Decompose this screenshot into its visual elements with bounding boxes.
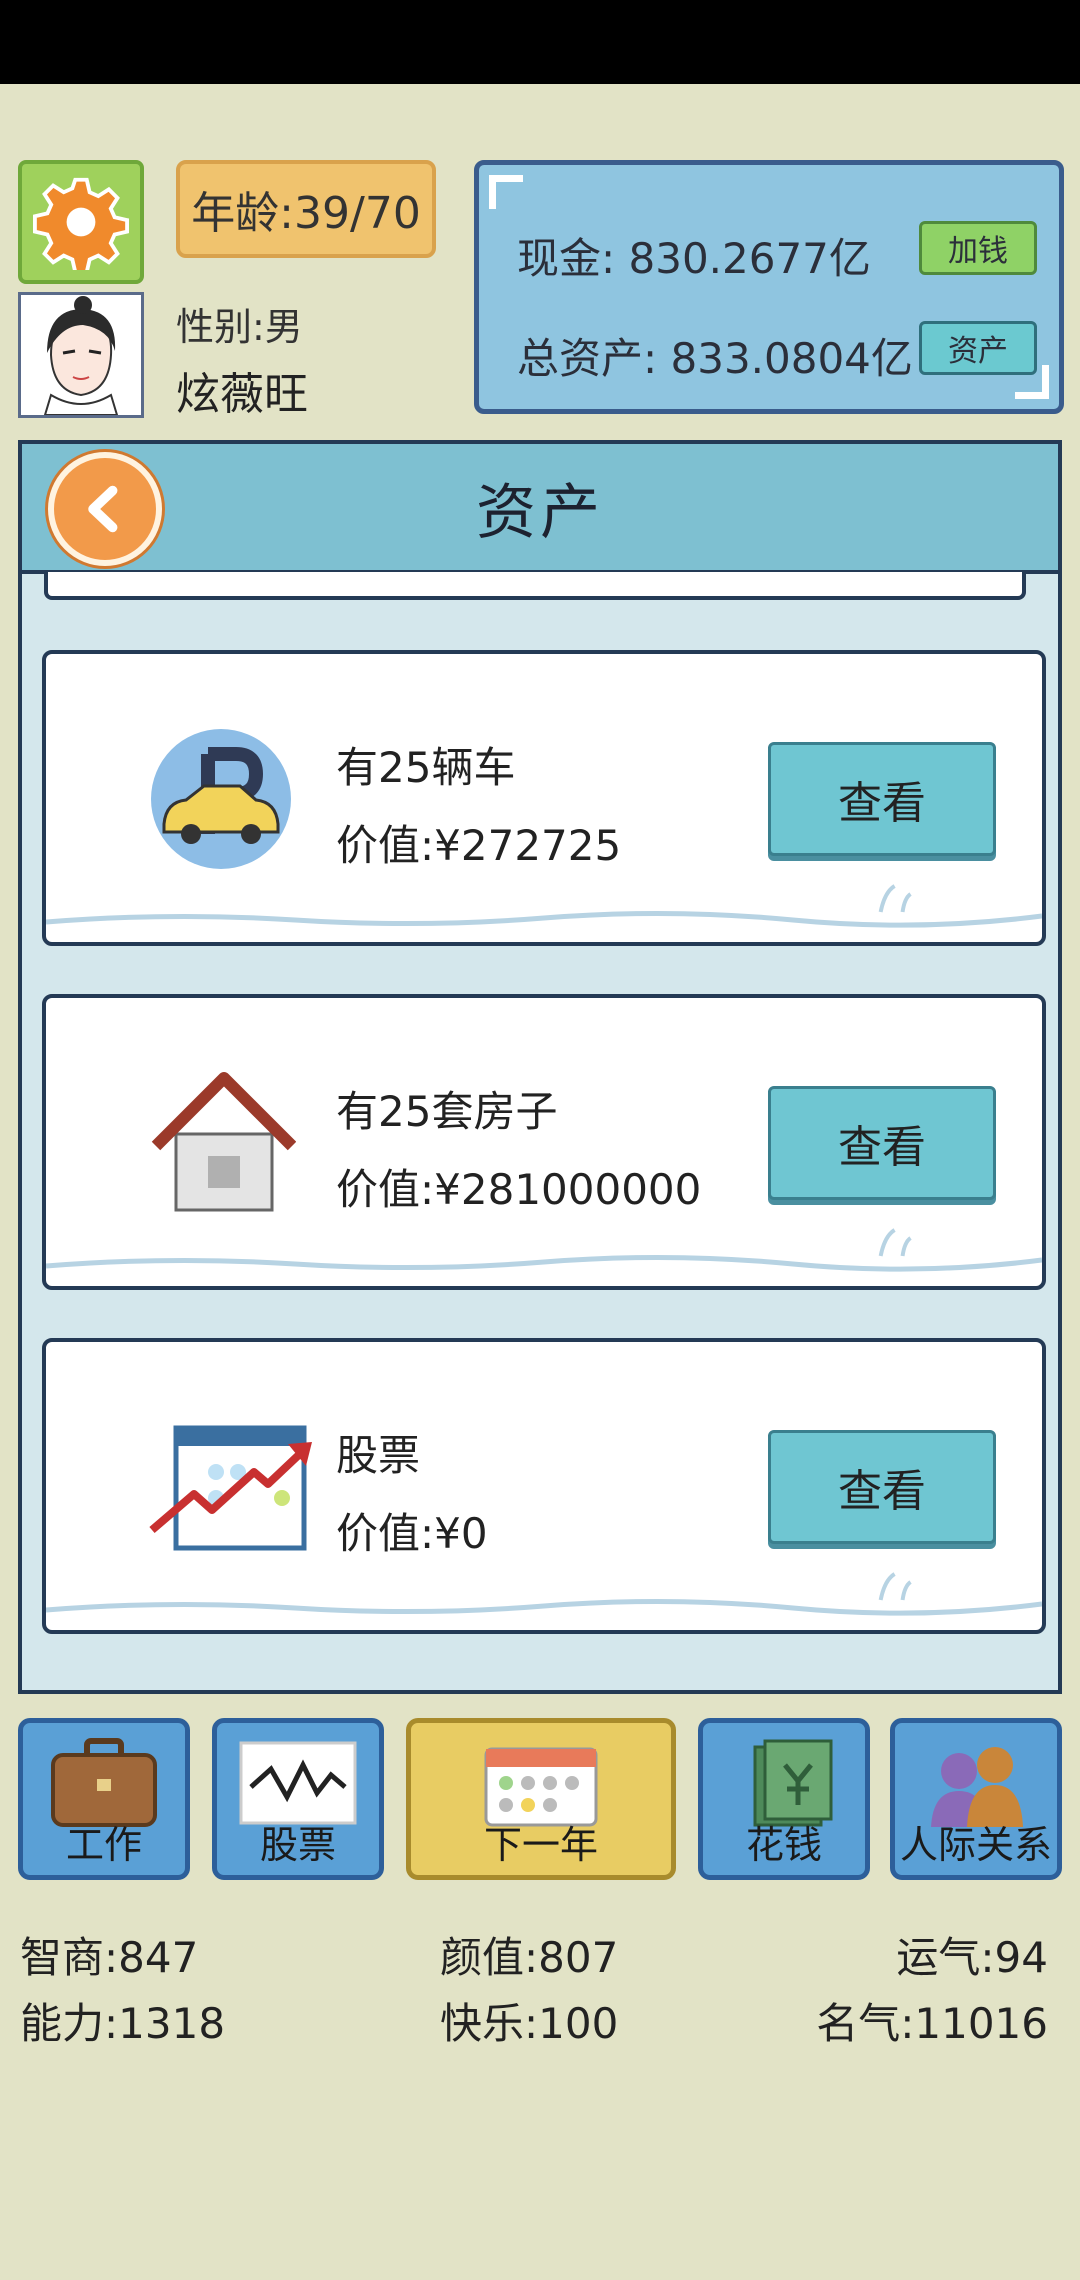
asset-value: 价值:¥272725	[336, 821, 622, 870]
player-avatar-image	[43, 296, 119, 416]
nav-label: 股票	[259, 1823, 336, 1867]
view-houses-button[interactable]: 查看	[768, 1086, 996, 1200]
asset-name: 有25套房子	[336, 1087, 558, 1136]
stat-iq: 智商:847	[20, 1933, 199, 1982]
asset-card-houses: 有25套房子 价值:¥281000000 查看	[42, 994, 1046, 1290]
add-money-button[interactable]: 加钱	[919, 221, 1037, 275]
gear-icon	[33, 177, 129, 270]
nav-spend-money-button[interactable]: 花钱	[698, 1718, 870, 1880]
view-stocks-button[interactable]: 查看	[768, 1430, 996, 1544]
view-cars-button[interactable]: 查看	[768, 742, 996, 856]
cash-label: 现金: 830.2677亿	[517, 234, 871, 283]
assets-button[interactable]: 资产	[919, 321, 1037, 375]
stat-looks: 颜值:807	[440, 1933, 619, 1982]
asset-value: 价值:¥281000000	[336, 1165, 702, 1214]
assets-panel: 资产 有25辆车 价值:¥272725 查看 有25套房子 价值:¥281000…	[18, 440, 1062, 1694]
nav-next-year-button[interactable]: 下一年	[406, 1718, 676, 1880]
wave-decoration	[46, 1228, 1042, 1272]
gender-label: 性别:男	[176, 305, 303, 349]
panel-header: 资产	[22, 444, 1058, 574]
wave-decoration	[46, 884, 1042, 928]
nav-work-button[interactable]: 工作	[18, 1718, 190, 1880]
back-button[interactable]	[48, 452, 162, 566]
wave-decoration	[46, 1572, 1042, 1616]
game-screen: 年龄:39/70 性别:男 炫薇旺 现金: 830.2677亿 总资产: 833…	[0, 0, 1080, 2280]
nav-label: 人际关系	[899, 1823, 1052, 1867]
player-name: 炫薇旺	[176, 369, 308, 420]
asset-name: 有25辆车	[336, 743, 516, 792]
nav-stocks-button[interactable]: 股票	[212, 1718, 384, 1880]
nav-label: 花钱	[745, 1823, 822, 1867]
stat-fame: 名气:11016	[816, 1999, 1048, 2048]
panel-corner-decoration	[489, 175, 523, 209]
chevron-left-icon	[88, 485, 118, 533]
house-icon	[146, 1068, 297, 1218]
age-badge: 年龄:39/70	[176, 160, 436, 258]
asset-card-cars: 有25辆车 价值:¥272725 查看	[42, 650, 1046, 946]
asset-name: 股票	[336, 1431, 421, 1480]
asset-card-partial	[44, 572, 1026, 600]
avatar[interactable]	[18, 292, 144, 418]
asset-value: 价值:¥0	[336, 1509, 488, 1558]
stock-chart-icon	[146, 1412, 312, 1562]
asset-card-stocks: 股票 价值:¥0 查看	[42, 1338, 1046, 1634]
total-assets-label: 总资产: 833.0804亿	[517, 334, 913, 383]
stat-ability: 能力:1318	[20, 1999, 226, 2048]
settings-button[interactable]	[18, 160, 144, 284]
car-parking-icon	[146, 724, 296, 874]
nav-relationships-button[interactable]: 人际关系	[890, 1718, 1062, 1880]
stat-luck: 运气:94	[896, 1933, 1048, 1982]
status-bar	[0, 0, 1080, 84]
nav-label: 工作	[65, 1823, 142, 1867]
money-panel: 现金: 830.2677亿 总资产: 833.0804亿 加钱 资产	[474, 160, 1064, 414]
nav-label: 下一年	[483, 1823, 598, 1867]
panel-title: 资产	[476, 477, 604, 548]
stat-happiness: 快乐:100	[440, 1999, 619, 2048]
